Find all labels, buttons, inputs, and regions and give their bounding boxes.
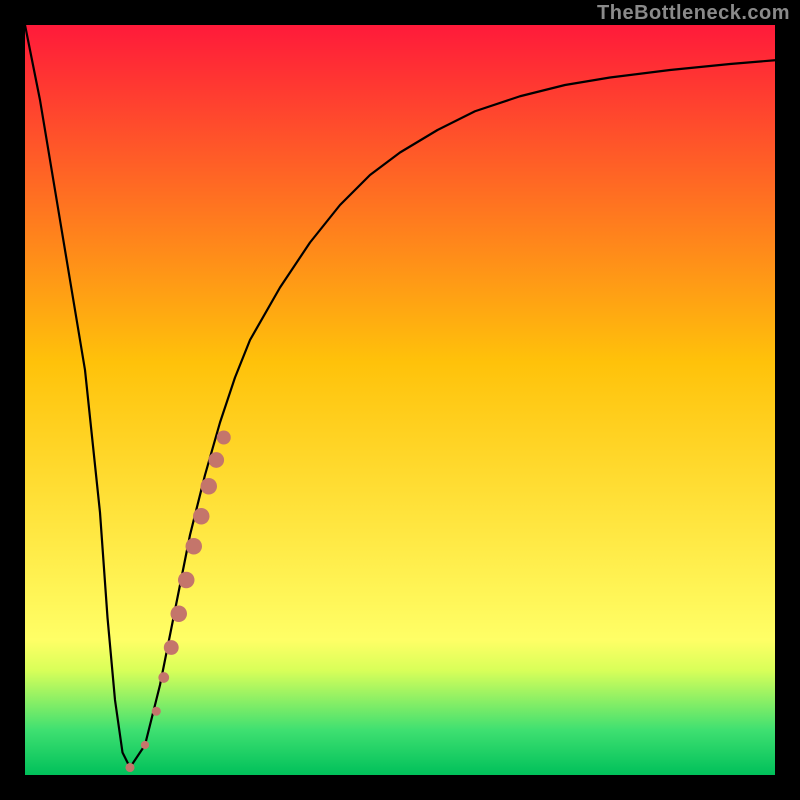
plot-area bbox=[25, 25, 775, 775]
highlight-dot bbox=[171, 606, 188, 623]
highlight-dot bbox=[141, 741, 149, 749]
bottleneck-chart bbox=[0, 0, 800, 800]
highlight-dot bbox=[178, 572, 195, 589]
highlight-dot bbox=[208, 452, 224, 468]
highlight-dot bbox=[152, 707, 161, 716]
chart-stage: TheBottleneck.com bbox=[0, 0, 800, 800]
highlight-dot bbox=[164, 640, 179, 655]
highlight-dot bbox=[158, 672, 169, 683]
highlight-dot bbox=[186, 538, 203, 555]
highlight-dot bbox=[217, 430, 231, 444]
attribution-label: TheBottleneck.com bbox=[597, 2, 790, 25]
highlight-dot bbox=[201, 478, 218, 495]
highlight-dot bbox=[125, 763, 134, 772]
highlight-dot bbox=[193, 508, 210, 525]
